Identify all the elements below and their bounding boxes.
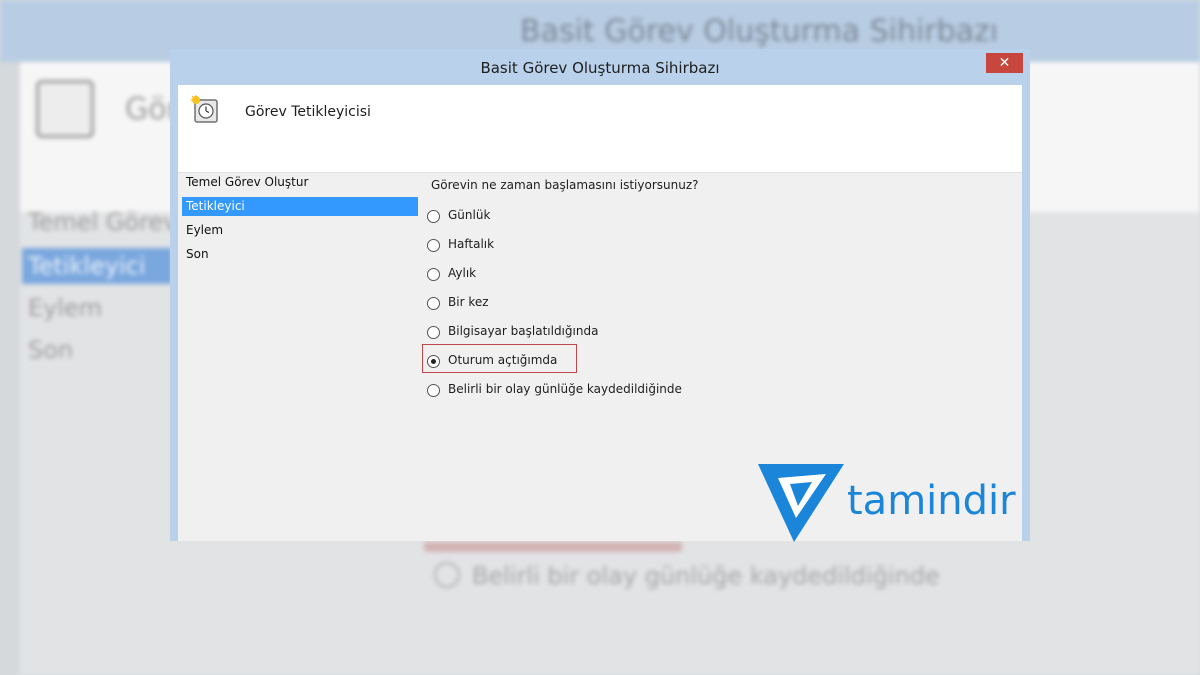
- radio-circle[interactable]: [427, 384, 440, 397]
- dialog-title: Basit Görev Oluşturma Sihirbazı: [480, 59, 720, 77]
- close-button[interactable]: ✕: [986, 53, 1023, 73]
- radio-checked-dot: [431, 359, 436, 364]
- background-sidebar-item: Tetikleyici: [28, 252, 146, 280]
- sidebar-item-eylem[interactable]: Eylem: [182, 221, 418, 240]
- trigger-question: Görevin ne zaman başlamasını istiyorsunu…: [431, 178, 699, 192]
- sidebar-item-son[interactable]: Son: [182, 245, 418, 264]
- radio-circle[interactable]: [427, 210, 440, 223]
- tamindir-logo-text: tamindir: [847, 478, 1016, 524]
- background-title: Basit Görev Oluşturma Sihirbazı: [520, 14, 999, 49]
- radio-circle[interactable]: [427, 297, 440, 310]
- header-title: Görev Tetikleyicisi: [245, 104, 371, 120]
- sidebar-item-temel-gorev[interactable]: Temel Görev Oluştur: [182, 173, 418, 192]
- radio-circle[interactable]: [427, 326, 440, 339]
- radio-label: Oturum açtığımda: [448, 353, 558, 367]
- wizard-header: Görev Tetikleyicisi: [178, 85, 1022, 173]
- radio-label: Bir kez: [448, 295, 489, 309]
- radio-circle[interactable]: [427, 355, 440, 368]
- background-option-label: Belirli bir olay günlüğe kaydedildiğinde: [472, 562, 940, 590]
- background-sidebar-item: Son: [28, 336, 74, 364]
- wizard-steps-sidebar: Temel Görev Oluştur Tetikleyici Eylem So…: [178, 173, 422, 541]
- task-scheduler-icon: [190, 95, 218, 123]
- radio-circle[interactable]: [427, 239, 440, 252]
- radio-label: Bilgisayar başlatıldığında: [448, 324, 599, 338]
- radio-label: Aylık: [448, 266, 477, 280]
- radio-label: Günlük: [448, 208, 491, 222]
- background-sidebar-item: Eylem: [28, 294, 103, 322]
- background-task-icon: [36, 80, 94, 138]
- radio-label: Belirli bir olay günlüğe kaydedildiğinde: [448, 382, 682, 396]
- sidebar-item-tetikleyici[interactable]: Tetikleyici: [182, 197, 418, 216]
- tamindir-logo-icon: [758, 464, 844, 542]
- radio-label: Haftalık: [448, 237, 495, 251]
- background-highlight: [424, 542, 682, 552]
- radio-circle[interactable]: [427, 268, 440, 281]
- title-bar[interactable]: Basit Görev Oluşturma Sihirbazı ✕: [170, 49, 1030, 85]
- background-radio-icon: [434, 562, 460, 588]
- tamindir-watermark: tamindir: [756, 460, 1026, 544]
